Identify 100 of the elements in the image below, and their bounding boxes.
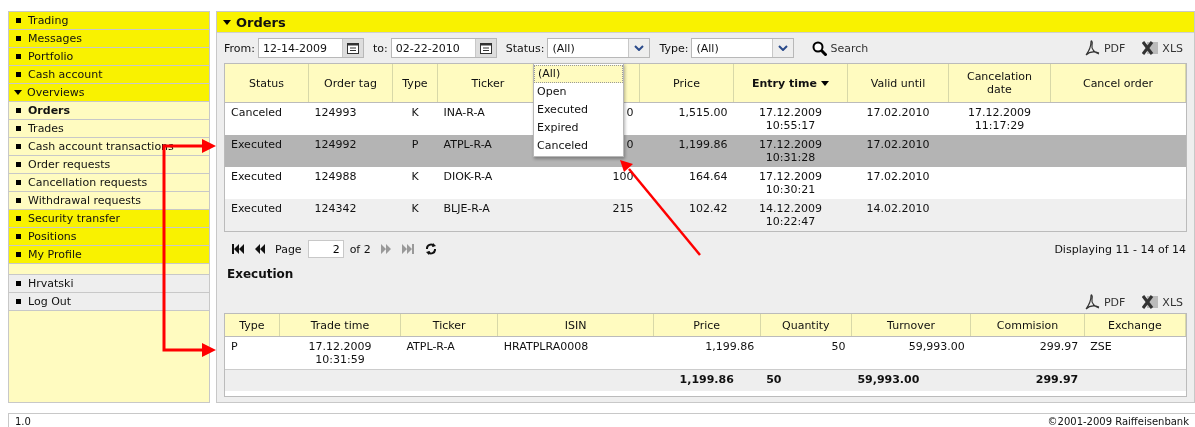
page-field[interactable]: 2 [307, 240, 344, 258]
table-cell: Executed [231, 170, 282, 183]
column-header[interactable]: Valid until [870, 76, 926, 90]
column-header[interactable]: Ticker [471, 76, 505, 90]
field-label: Status: [505, 41, 545, 55]
table-cell: Executed [231, 138, 282, 151]
sidebar-item[interactable]: Trading [9, 12, 209, 30]
table-cell: 124342 [314, 202, 357, 215]
refresh-icon [423, 243, 436, 255]
bullet-icon [16, 281, 21, 286]
table-cell: 17.12.2009 10:31:28 [759, 138, 822, 164]
total-cell: 50 [766, 373, 782, 386]
table-cell: 59,993.00 [908, 340, 965, 353]
sidebar-item[interactable]: Positions [9, 228, 209, 246]
total-cell: 299.97 [1035, 373, 1079, 386]
table-cell: ATPL-R-A [443, 138, 492, 151]
table-cell: 50 [831, 340, 846, 353]
section-title: Execution [226, 266, 295, 281]
spreadsheet-icon [1142, 294, 1160, 310]
export-button[interactable]: XLS [1139, 294, 1186, 310]
field-label: From: [224, 41, 255, 55]
dropdown-option[interactable]: Executed [534, 101, 623, 119]
bullet-icon [16, 126, 21, 131]
sidebar-item[interactable]: Security transfer [9, 210, 209, 228]
page-count: of 2 [349, 242, 371, 256]
dropdown-option[interactable]: Open [534, 83, 623, 101]
page-summary: Displaying 11 - 14 of 14 [1054, 242, 1186, 256]
table-cell: 17.02.2010 [866, 138, 930, 151]
column-header[interactable]: Cancel order [1082, 76, 1154, 90]
table-cell: HRATPLRA0008 [503, 340, 589, 353]
table-cell: BLJE-R-A [443, 202, 490, 215]
last-page-icon [401, 243, 414, 255]
table-cell: ATPL-R-A [406, 340, 455, 353]
table-cell: 1,199.86 [678, 138, 728, 151]
table-cell: ZSE [1090, 340, 1112, 353]
table-cell: 299.97 [1039, 340, 1079, 353]
column-header[interactable]: ISIN [564, 318, 587, 332]
table-cell: INA-R-A [443, 106, 485, 119]
table-cell: 17.12.2009 10:30:21 [759, 170, 822, 196]
dropdown-option[interactable]: (All) [534, 65, 623, 83]
dropdown-option[interactable]: Expired [534, 119, 623, 137]
next-page-icon [379, 243, 392, 255]
sidebar-item[interactable]: My Profile [9, 246, 209, 264]
pdf-icon [1083, 40, 1101, 56]
table-cell: 17.12.2009 11:17:29 [968, 106, 1031, 132]
table-cell: P [231, 340, 238, 353]
table-cell: Canceled [231, 106, 282, 119]
table-cell: 102.42 [689, 202, 728, 215]
table-cell: 164.64 [689, 170, 728, 183]
table-cell: 124992 [314, 138, 357, 151]
table-cell: K [411, 106, 419, 119]
status-dropdown[interactable]: (All) [547, 38, 651, 58]
column-header[interactable]: Status [248, 76, 285, 90]
export-button[interactable]: PDF [1080, 294, 1129, 310]
bullet-icon [16, 108, 21, 113]
sidebar-item[interactable]: Hrvatski [9, 275, 209, 293]
sidebar-item[interactable]: Messages [9, 30, 209, 48]
table-cell: 0 [626, 138, 634, 151]
table-cell: 124993 [314, 106, 357, 119]
export-button[interactable]: XLS [1139, 40, 1186, 56]
bullet-icon [16, 162, 21, 167]
search-icon [812, 40, 828, 56]
chevron-down-icon [778, 45, 789, 51]
table-cell: 14.12.2009 10:22:47 [759, 202, 822, 228]
table-cell: DIOK-R-A [443, 170, 493, 183]
sidebar-item[interactable]: Log Out [9, 293, 209, 311]
first-page-button[interactable] [229, 243, 247, 255]
calendar-icon [478, 41, 493, 55]
panel-header[interactable]: Orders [217, 12, 1194, 33]
sort-caret-icon [821, 81, 829, 86]
sidebar-item[interactable]: Overviews [9, 84, 209, 102]
total-cell: 1,199.86 [679, 373, 734, 386]
table-cell: 1,515.00 [678, 106, 728, 119]
pdf-icon [1083, 294, 1101, 310]
field-label: Type: [659, 41, 689, 55]
type-dropdown[interactable]: (All) [691, 38, 795, 58]
column-header[interactable]: Price [693, 318, 721, 332]
sidebar-item[interactable]: Cash account [9, 66, 209, 84]
bullet-icon [16, 144, 21, 149]
date-field[interactable]: 02-22-2010 [390, 38, 497, 58]
table-cell: 17.12.2009 10:31:59 [308, 340, 372, 366]
dropdown-option[interactable]: Canceled [534, 137, 623, 155]
bullet-icon [16, 299, 21, 304]
table-cell: 17.02.2010 [866, 170, 930, 183]
table-cell: 215 [612, 202, 634, 215]
calendar-icon [345, 41, 360, 55]
field-label: to: [372, 41, 388, 55]
table-cell: 14.02.2010 [866, 202, 930, 215]
chevron-down-icon [634, 45, 645, 51]
date-field[interactable]: 12-14-2009 [257, 38, 364, 58]
column-header[interactable]: Price [673, 76, 700, 90]
table-cell: K [411, 202, 419, 215]
export-button[interactable]: PDF [1080, 40, 1129, 56]
version-label: 1.0 [15, 416, 31, 427]
sidebar-item[interactable]: Portfolio [9, 48, 209, 66]
table-cell: P [411, 138, 419, 151]
table-cell: Executed [231, 202, 282, 215]
search-button[interactable]: Search [809, 40, 872, 56]
spreadsheet-icon [1142, 40, 1160, 56]
page-label: Page [275, 242, 302, 256]
